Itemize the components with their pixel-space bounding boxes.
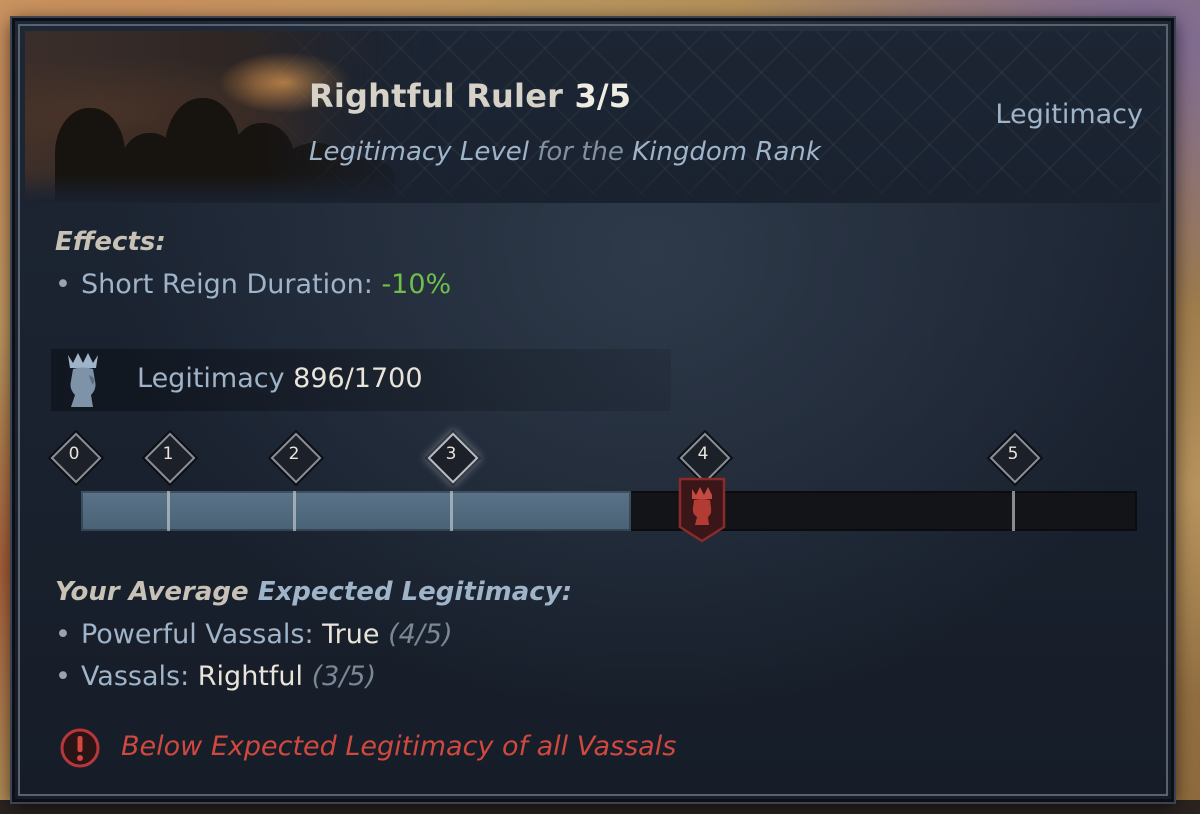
expected-heading-part1: Your Average	[55, 577, 249, 607]
expected-item-label[interactable]: Vassals:	[81, 661, 189, 692]
progress-fill	[81, 491, 631, 531]
expected-legitimacy-heading: Your Average Expected Legitimacy:	[55, 577, 572, 607]
map-bottom-strip	[0, 800, 1200, 814]
expected-item-value: True	[322, 619, 380, 650]
legitimacy-tooltip: Rightful Ruler 3/5 Legitimacy Level for …	[12, 18, 1174, 802]
level-marker-label: 1	[162, 444, 174, 464]
level-marker-5[interactable]: 5	[989, 432, 1041, 484]
level-marker-3[interactable]: 3	[427, 432, 479, 484]
expected-item-value: Rightful	[197, 661, 304, 692]
level-tick	[1012, 491, 1015, 531]
legitimacy-progress-bar: 0 1 2 3 4 5	[15, 21, 1177, 581]
level-tick	[293, 491, 296, 531]
expected-item-detail: (3/5)	[311, 661, 377, 692]
level-marker-label: 2	[288, 444, 300, 464]
level-marker-0[interactable]: 0	[50, 432, 102, 484]
level-marker-1[interactable]: 1	[144, 432, 196, 484]
bullet-icon: •	[55, 619, 71, 650]
level-marker-2[interactable]: 2	[270, 432, 322, 484]
level-marker-label: 3	[445, 444, 457, 464]
expected-item-label[interactable]: Powerful Vassals:	[81, 619, 314, 650]
exclamation-circle-icon	[60, 728, 100, 768]
warning-text: Below Expected Legitimacy of all Vassals	[121, 731, 677, 762]
expected-heading-link[interactable]: Expected Legitimacy:	[258, 577, 572, 607]
expected-item-detail: (4/5)	[388, 619, 453, 650]
expected-item-powerful-vassals: • Powerful Vassals: True (4/5)	[55, 619, 453, 650]
level-tick	[167, 491, 170, 531]
expected-item-vassals: • Vassals: Rightful (3/5)	[55, 661, 376, 692]
level-marker-label: 5	[1007, 444, 1019, 464]
crowned-head-badge-icon	[678, 477, 726, 543]
level-tick	[450, 491, 453, 531]
level-marker-label: 4	[697, 444, 709, 464]
bullet-icon: •	[55, 661, 71, 692]
level-marker-4[interactable]: 4	[679, 432, 731, 484]
level-marker-label: 0	[68, 444, 80, 464]
